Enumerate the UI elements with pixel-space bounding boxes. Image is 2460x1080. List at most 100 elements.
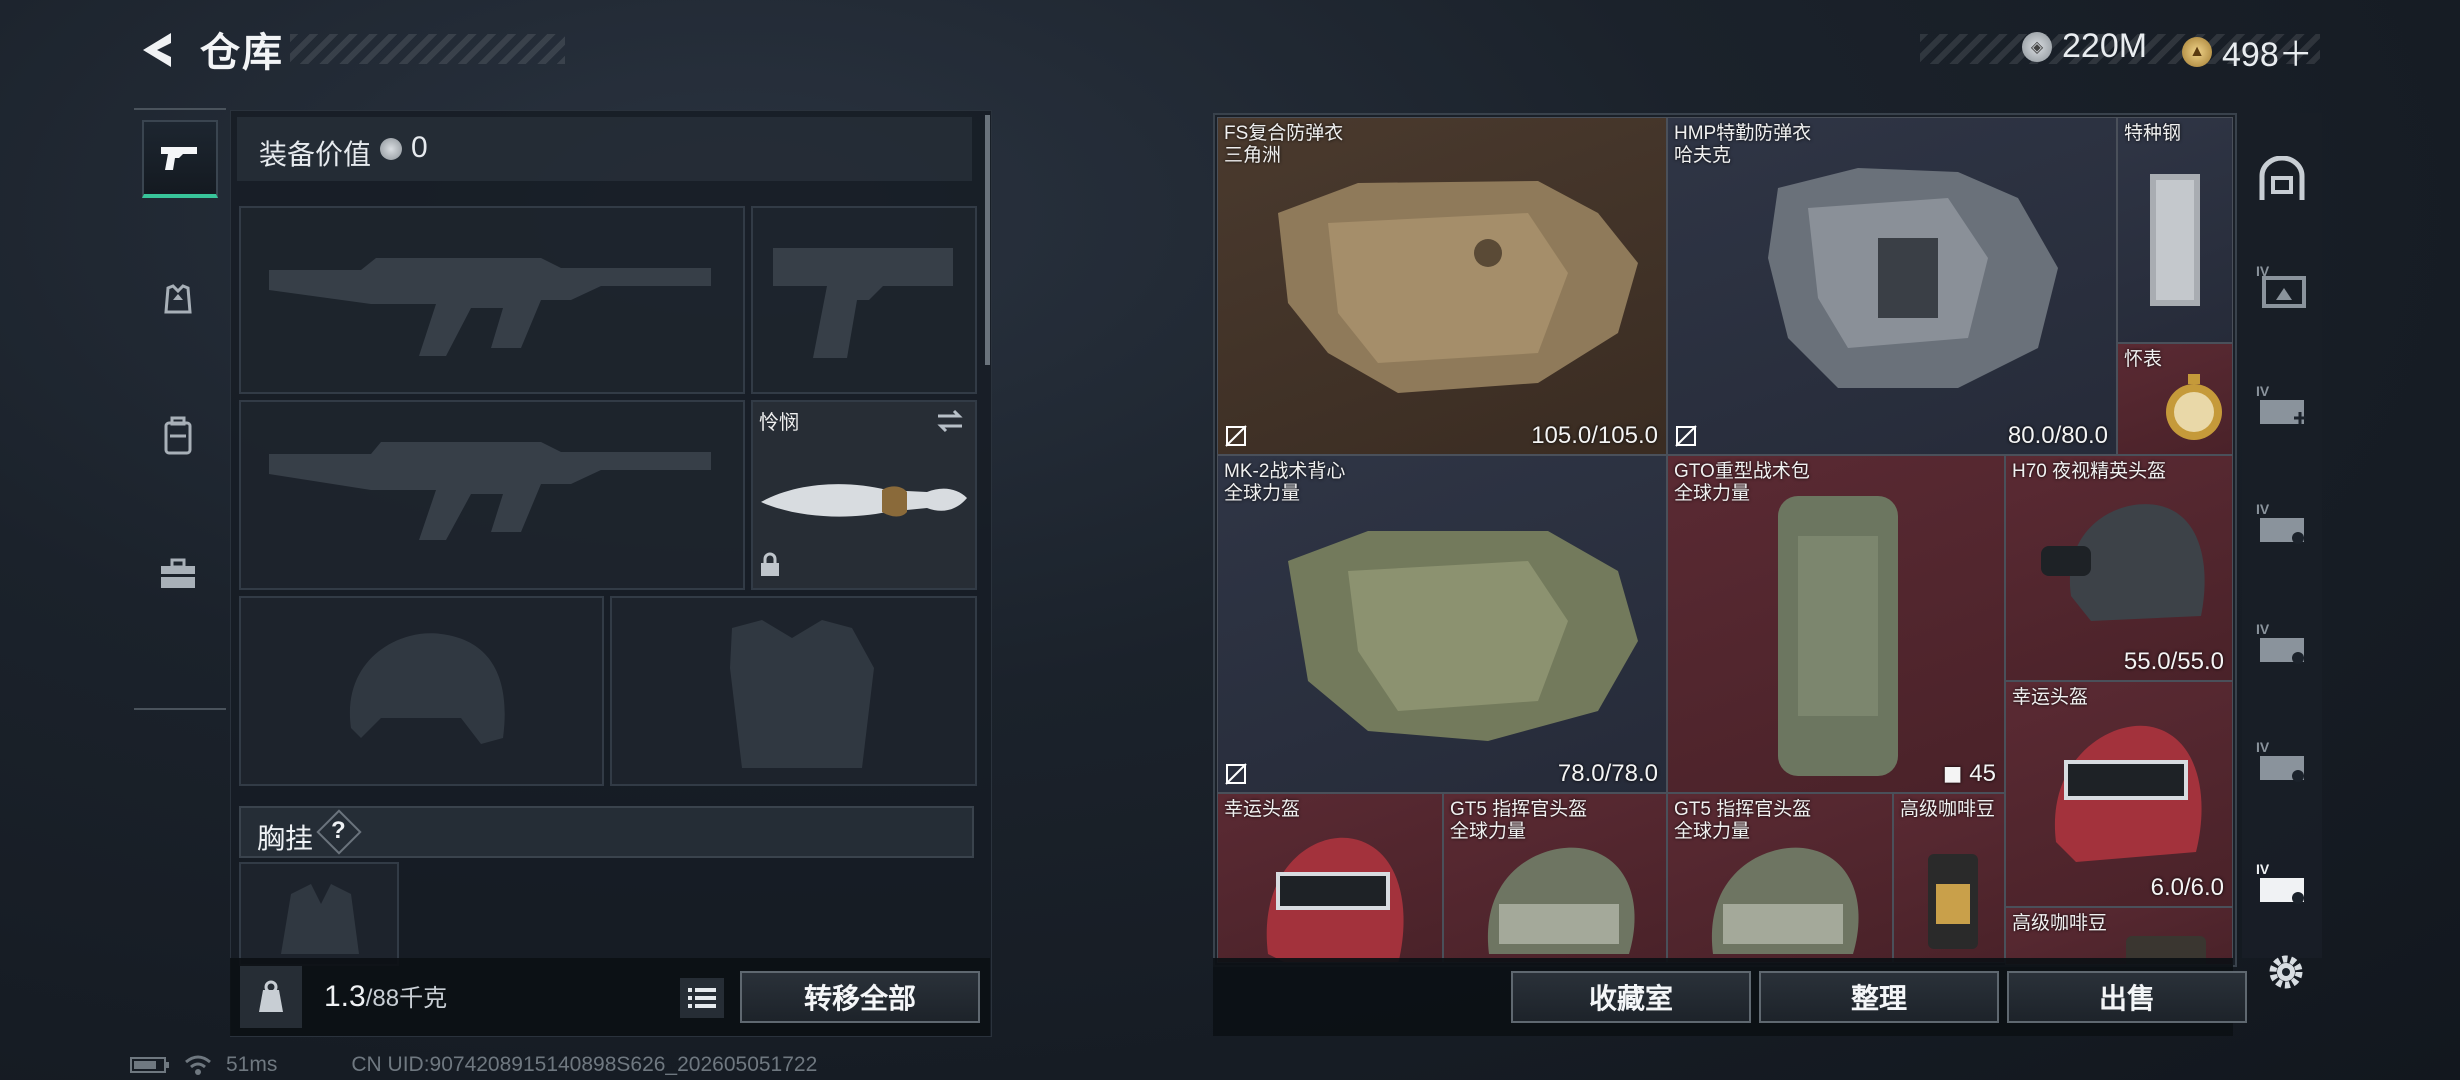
rifle-silhouette-icon [269, 442, 711, 540]
armor-vest-icon [164, 284, 192, 314]
primary-weapon-slot[interactable] [239, 206, 745, 394]
inventory-item[interactable]: H70 夜视精英头盔 55.0/55.0 [2005, 455, 2233, 681]
item-name: 幸运头盔 [2012, 687, 2089, 708]
gold-currency[interactable]: ▲ 498＋ [2182, 27, 2313, 76]
back-arrow-icon [143, 33, 171, 67]
item-durability: 80.0/80.0 [2007, 422, 2108, 449]
storage-tab-iv-1-icon: IV [2256, 263, 2306, 308]
weight-badge [240, 966, 302, 1028]
collection-room-button[interactable]: 收藏室 [1511, 971, 1751, 1023]
coffee-beans-icon [1928, 854, 1978, 949]
backpack-icon [164, 416, 192, 455]
lucky-helmet-icon [2054, 725, 2202, 862]
back-button[interactable] [128, 22, 188, 78]
battery-icon [130, 1057, 169, 1073]
tab-storage-iv-5[interactable]: IV [2250, 731, 2314, 795]
silver-coin-icon: ◈ [2022, 31, 2052, 62]
body-armor-slot[interactable] [610, 596, 977, 786]
inventory-item[interactable]: MK-2战术背心 全球力量 78.0/78.0 [1217, 455, 1667, 793]
inventory-item[interactable]: 高级咖啡豆 [2005, 907, 2233, 965]
status-bar: 51ms CN UID:9074208915140898S626_2026050… [130, 1050, 817, 1080]
settings-button[interactable] [2264, 950, 2308, 994]
armor-silhouette-icon [730, 620, 874, 768]
melee-name: 怜悯 [759, 412, 799, 434]
inventory-item[interactable]: 幸运头盔 [1217, 793, 1443, 963]
item-durability: 55.0/55.0 [2123, 648, 2224, 675]
helmet-slot[interactable] [239, 596, 604, 786]
ping-value: 51ms [226, 1053, 278, 1076]
chest-rig-slot[interactable] [239, 862, 399, 966]
tier-label: IV [2256, 739, 2270, 755]
item-durability: 6.0/6.0 [2150, 874, 2224, 901]
special-steel-icon [2150, 174, 2200, 306]
secondary-weapon-slot[interactable] [239, 400, 745, 590]
tab-storage-iv-3[interactable]: IV [2250, 493, 2314, 557]
swap-icon[interactable] [935, 408, 965, 434]
item-name: GTO重型战术包 全球力量 [1674, 461, 1810, 504]
tab-safe-box[interactable] [2250, 147, 2314, 211]
tab-backpack[interactable] [142, 400, 214, 472]
fs-armor-icon [1278, 181, 1638, 393]
inventory-item[interactable]: GTO重型战术包 全球力量 ◼ 45 [1667, 455, 2005, 793]
storage-tabs-sidebar: IV IV IV IV IV IV [2242, 113, 2322, 958]
sidebar-top-line [134, 108, 226, 110]
item-name: 怀表 [2124, 349, 2163, 370]
helmet-silhouette-icon [349, 633, 505, 744]
tab-toolbox[interactable] [142, 538, 214, 610]
storage-tab-iv-4-icon: IV [2256, 621, 2304, 664]
transfer-all-button[interactable]: 转移全部 [740, 971, 980, 1023]
inventory-footer: 收藏室 整理 出售 [1213, 958, 2247, 1036]
tab-storage-iv-4[interactable]: IV [2250, 613, 2314, 677]
item-name: FS复合防弹衣 三角洲 [1224, 123, 1344, 166]
list-view-button[interactable] [680, 978, 724, 1018]
chest-rig-header: 胸挂 ? [239, 806, 974, 858]
gto-backpack-icon [1778, 496, 1898, 776]
toolbox-icon [161, 558, 195, 588]
tab-storage-iv-6[interactable]: IV [2250, 853, 2314, 917]
help-icon[interactable]: ? [331, 817, 346, 845]
inventory-item[interactable]: 高级咖啡豆 [1893, 793, 2005, 963]
pistol-icon [161, 147, 197, 170]
item-durability: 105.0/105.0 [1531, 422, 1658, 449]
melee-weapon-slot[interactable]: 怜悯 [751, 400, 977, 590]
inventory-item[interactable]: 特种钢 [2117, 117, 2233, 343]
inventory-grid: FS复合防弹衣 三角洲 105.0/105.0 HMP特勤防弹衣 哈夫克 80.0/… [1213, 113, 2237, 967]
inventory-item[interactable]: GT5 指挥官头盔 全球力量 [1667, 793, 1893, 963]
weight-current: 1.3 [324, 980, 366, 1013]
equipment-value-bar: 装备价值 0 [237, 117, 972, 181]
silver-coin-icon [380, 138, 402, 160]
page-title: 仓库 [200, 31, 284, 75]
knife-icon [761, 484, 967, 517]
gold-coin-icon: ▲ [2182, 36, 2212, 67]
loadout-scrollbar[interactable] [985, 115, 990, 365]
inventory-item[interactable]: 怀表 [2117, 343, 2233, 455]
item-name: GT5 指挥官头盔 全球力量 [1450, 799, 1588, 842]
weight-icon [259, 980, 283, 1012]
organize-button[interactable]: 整理 [1759, 971, 1999, 1023]
hmp-armor-icon [1768, 168, 2058, 388]
chest-rig-silhouette-icon [281, 884, 359, 954]
lock-icon [761, 552, 779, 576]
gt5-helmet-icon [1711, 847, 1859, 954]
storage-tab-iv-6-icon: IV [2256, 861, 2304, 904]
sidearm-slot[interactable] [751, 206, 977, 394]
equipment-value-label: 装备价值 [259, 139, 372, 170]
storage-tab-iv-3-icon: IV [2256, 501, 2304, 544]
safe-box-icon [2259, 156, 2305, 200]
storage-tab-iv-2-icon: IV [2256, 383, 2306, 424]
sell-button[interactable]: 出售 [2007, 971, 2247, 1023]
inventory-item[interactable]: FS复合防弹衣 三角洲 105.0/105.0 [1217, 117, 1667, 455]
tab-storage-iv-2[interactable]: IV [2250, 375, 2314, 439]
weight-readout: 1.3/88千克 [324, 978, 447, 1014]
inventory-item[interactable]: 幸运头盔 6.0/6.0 [2005, 681, 2233, 907]
list-icon [688, 988, 716, 1008]
tab-weapons[interactable] [142, 120, 218, 198]
item-name: 幸运头盔 [1224, 799, 1301, 820]
silver-currency[interactable]: ◈ 220M [2022, 27, 2147, 66]
inventory-item[interactable]: GT5 指挥官头盔 全球力量 [1443, 793, 1667, 963]
tab-armor[interactable] [142, 264, 214, 336]
inventory-item[interactable]: HMP特勤防弹衣 哈夫克 80.0/80.0 [1667, 117, 2117, 455]
tab-storage-iv-1[interactable]: IV [2250, 255, 2314, 319]
tier-label: IV [2256, 861, 2270, 877]
tier-label: IV [2256, 621, 2270, 637]
